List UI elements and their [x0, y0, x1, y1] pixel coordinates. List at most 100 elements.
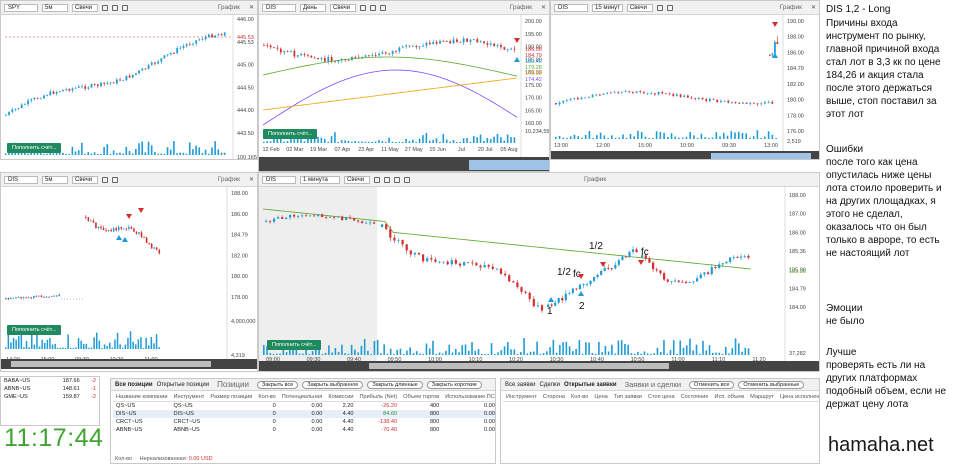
- volume-bar: [747, 348, 750, 355]
- tick-label: 184.79: [789, 286, 806, 292]
- tab-all-positions[interactable]: Все позиции: [115, 382, 153, 388]
- close-icon[interactable]: ✕: [249, 4, 254, 11]
- deposit-button[interactable]: Пополнить счёт...: [7, 325, 62, 335]
- column-header[interactable]: Размер позиции: [207, 393, 256, 402]
- volume-label: 2,519: [787, 139, 801, 145]
- timeframe-select[interactable]: 5м: [42, 175, 68, 184]
- draw-icon[interactable]: [394, 176, 400, 183]
- chart-canvas-dis-15[interactable]: 190.00 188.00 186.00 184.79 182.00 180.00 178.…: [551, 15, 820, 160]
- column-header[interactable]: Маршрут: [747, 393, 777, 402]
- watchlist-row[interactable]: BABA~US 187.66 -2: [1, 377, 99, 385]
- close-long-button[interactable]: Закрыть длинные: [367, 380, 423, 389]
- volume-bar: [640, 131, 643, 139]
- style-select[interactable]: Свечи: [330, 3, 356, 12]
- symbol-input[interactable]: DIS: [262, 175, 296, 184]
- tick-label: 200.00: [525, 19, 542, 25]
- volume-bar: [46, 339, 49, 349]
- close-icon[interactable]: ✕: [249, 176, 254, 183]
- column-header[interactable]: Цена исполнения: [776, 393, 819, 402]
- column-header[interactable]: Цена: [591, 393, 611, 402]
- symbol-input[interactable]: SPY: [4, 3, 38, 12]
- column-header[interactable]: Сторона: [539, 393, 568, 402]
- column-header[interactable]: Кол-во: [255, 393, 279, 402]
- style-select[interactable]: Свечи: [344, 175, 370, 184]
- volume-bar: [737, 343, 740, 355]
- crosshair-icon[interactable]: [102, 176, 108, 183]
- column-header[interactable]: Объем торгов: [400, 393, 443, 402]
- tab-trades[interactable]: Сделки: [540, 382, 560, 388]
- deposit-button[interactable]: Пополнить счёт...: [7, 143, 62, 153]
- timeframe-select[interactable]: 1 минута: [300, 175, 340, 184]
- table-row[interactable]: QS~US QS~US 0 0.00 2.20 -26.20 400 0.00: [113, 402, 495, 411]
- table-row[interactable]: CRCT~US CRCT~US 0 0.00 4.40 -138.40 800 0.00: [113, 418, 495, 426]
- candle: [154, 62, 156, 64]
- volume-bar: [510, 137, 512, 143]
- draw-icon[interactable]: [122, 4, 128, 11]
- tab-all-orders[interactable]: Все заявки: [505, 382, 536, 388]
- cancel-selected-button[interactable]: Отменить выбранные: [738, 380, 805, 389]
- style-select[interactable]: Свечи: [72, 3, 98, 12]
- deposit-button[interactable]: Пополнить счёт...: [267, 340, 322, 350]
- candle: [589, 280, 592, 285]
- column-header[interactable]: Комиссии: [325, 393, 357, 402]
- volume-bar: [415, 141, 417, 143]
- tab-open-orders[interactable]: Открытые заявки: [564, 382, 617, 388]
- column-header[interactable]: Состояние: [677, 393, 712, 402]
- watchlist-row[interactable]: GME~US 159.87 -2: [1, 393, 99, 401]
- zoom-icon[interactable]: [112, 4, 118, 11]
- chart-canvas-dis-day[interactable]: 200.00195.00190.00185.00180.00175.00170.…: [259, 15, 550, 172]
- chart-canvas-dis-1[interactable]: 188.00187.00186.00185.36185.00184.79184.…: [259, 187, 820, 363]
- close-short-button[interactable]: Закрыть короткие: [426, 380, 482, 389]
- crosshair-icon[interactable]: [374, 176, 380, 183]
- zoom-icon[interactable]: [666, 4, 673, 11]
- timeframe-select[interactable]: 5м: [42, 3, 68, 12]
- column-header[interactable]: Инструмент: [503, 393, 540, 402]
- column-header[interactable]: Исп. объем: [711, 393, 748, 402]
- zoom-icon[interactable]: [384, 176, 390, 183]
- column-header[interactable]: Инструмент: [170, 393, 208, 402]
- symbol-input[interactable]: DIS: [262, 3, 296, 12]
- candle: [354, 57, 357, 58]
- timeframe-select[interactable]: 15 минут: [592, 3, 623, 12]
- table-row[interactable]: DIS~US DIS~US 0 0.00 4.40 84.60 800 0.00: [113, 410, 495, 418]
- column-header[interactable]: Кол-во: [567, 393, 592, 402]
- deposit-button[interactable]: Пополнить счёт...: [263, 129, 318, 139]
- zoom-icon[interactable]: [112, 176, 118, 183]
- symbol-input[interactable]: DIS: [4, 175, 38, 184]
- column-header[interactable]: Прибыль (Net): [356, 393, 401, 402]
- candle: [418, 46, 421, 48]
- candle: [277, 217, 280, 219]
- close-icon[interactable]: ✕: [811, 4, 816, 11]
- candle: [736, 256, 739, 258]
- column-header[interactable]: Использование ПС: [442, 393, 495, 402]
- draw-icon[interactable]: [380, 4, 386, 11]
- chart-canvas-dis-5[interactable]: 188.00186.00184.79182.00180.00178.004,31…: [1, 187, 258, 363]
- crosshair-icon[interactable]: [360, 4, 366, 11]
- close-icon[interactable]: ✕: [541, 4, 546, 11]
- symbol-input[interactable]: DIS: [554, 3, 588, 12]
- column-header[interactable]: Название компании: [113, 393, 171, 402]
- candle: [385, 224, 388, 230]
- crosshair-icon[interactable]: [656, 4, 663, 11]
- style-select[interactable]: Свечи: [626, 3, 653, 12]
- timeframe-select[interactable]: День: [300, 3, 326, 12]
- chart-canvas-spy[interactable]: 446.00445.53445.00444.50444.00443.50445.…: [1, 15, 258, 160]
- chart-scrollbar[interactable]: [259, 361, 819, 371]
- zoom-icon[interactable]: [370, 4, 376, 11]
- chart-scrollbar[interactable]: [1, 359, 257, 369]
- text-icon[interactable]: [404, 176, 410, 183]
- column-header[interactable]: Стоп цена: [644, 393, 678, 402]
- style-select[interactable]: Свечи: [72, 175, 98, 184]
- candle: [397, 239, 400, 241]
- cancel-all-button[interactable]: Отменить все: [689, 380, 735, 389]
- column-header[interactable]: Тип заявки: [610, 393, 645, 402]
- close-all-button[interactable]: Закрыть все: [256, 380, 299, 389]
- close-selected-button[interactable]: Закрыть выбранное: [302, 380, 364, 389]
- watchlist-row[interactable]: [1, 401, 99, 403]
- tab-open-positions[interactable]: Открытые позиции: [157, 382, 210, 388]
- table-row[interactable]: ABNB~US ABNB~US 0 0.00 4.40 -70.40 800 0.00: [113, 426, 495, 434]
- volume-bar: [614, 353, 616, 355]
- column-header[interactable]: Потенциальная: [278, 393, 326, 402]
- crosshair-icon[interactable]: [102, 4, 108, 11]
- watchlist-row[interactable]: ABNB~US 148.61 -1: [1, 385, 99, 393]
